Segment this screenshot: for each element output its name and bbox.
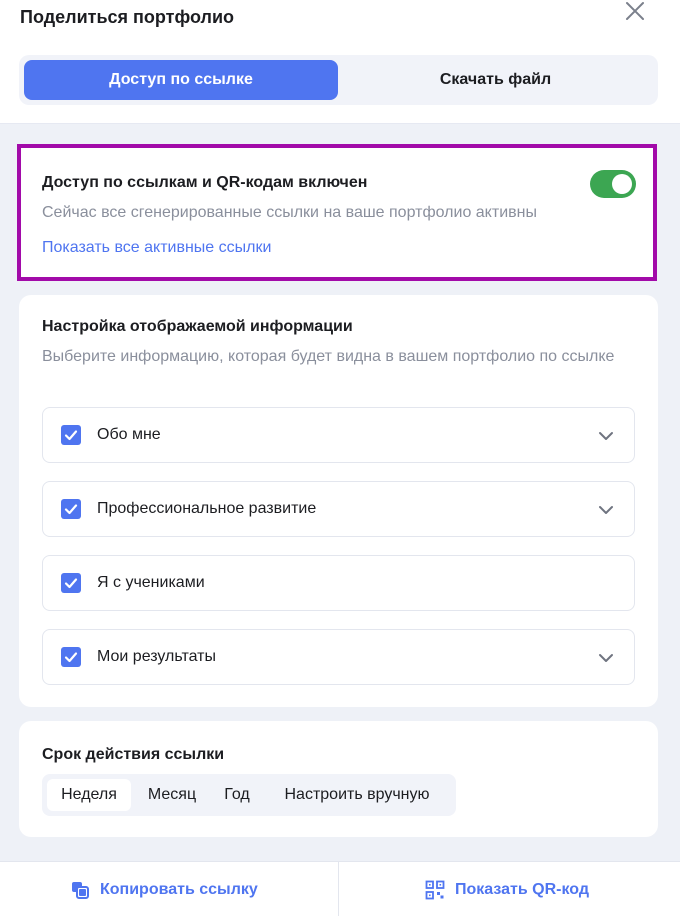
expiry-period-selector: Неделя Месяц Год Настроить вручную bbox=[42, 774, 456, 816]
modal-header: Поделиться портфолио Доступ по ссылке Ск… bbox=[0, 0, 680, 124]
tab-link-access[interactable]: Доступ по ссылке bbox=[24, 60, 338, 100]
show-qr-code-button[interactable]: Показать QR-код bbox=[425, 862, 589, 916]
footer-divider bbox=[338, 862, 339, 916]
link-expiry-card: Срок действия ссылки Неделя Месяц Год На… bbox=[19, 721, 658, 837]
check-icon bbox=[64, 430, 78, 441]
expiry-option-custom[interactable]: Настроить вручную bbox=[265, 779, 449, 811]
check-icon bbox=[64, 578, 78, 589]
chevron-down-icon[interactable] bbox=[597, 429, 615, 443]
link-access-toggle[interactable] bbox=[590, 170, 636, 198]
copy-link-label: Копировать ссылку bbox=[100, 880, 258, 898]
section-label: Обо мне bbox=[97, 426, 161, 443]
show-qr-code-label: Показать QR-код bbox=[455, 880, 589, 898]
chevron-down-icon[interactable] bbox=[597, 503, 615, 517]
copy-link-button[interactable]: Копировать ссылку bbox=[70, 862, 258, 916]
section-row-my-results[interactable]: Мои результаты bbox=[42, 629, 635, 685]
check-icon bbox=[64, 504, 78, 515]
display-settings-card: Настройка отображаемой информации Выбери… bbox=[19, 295, 658, 707]
chevron-down-icon[interactable] bbox=[597, 651, 615, 665]
checkbox-my-results[interactable] bbox=[61, 647, 81, 667]
display-settings-title: Настройка отображаемой информации bbox=[42, 318, 353, 335]
toggle-knob bbox=[612, 174, 632, 194]
section-row-about-me[interactable]: Обо мне bbox=[42, 407, 635, 463]
tab-download-file[interactable]: Скачать файл bbox=[338, 60, 653, 100]
checkbox-about-me[interactable] bbox=[61, 425, 81, 445]
section-row-professional-development[interactable]: Профессиональное развитие bbox=[42, 481, 635, 537]
copy-icon bbox=[70, 880, 90, 900]
access-status-description: Сейчас все сгенерированные ссылки на ваш… bbox=[42, 204, 537, 221]
link-access-card: Доступ по ссылкам и QR-кодам включен Сей… bbox=[17, 144, 657, 281]
share-mode-tabs: Доступ по ссылке Скачать файл bbox=[19, 55, 658, 105]
qr-code-icon bbox=[425, 880, 445, 900]
display-settings-description: Выберите информацию, которая будет видна… bbox=[42, 348, 615, 365]
modal-footer: Копировать ссылку Показать QR-код bbox=[0, 861, 680, 916]
section-label: Мои результаты bbox=[97, 648, 216, 665]
checkbox-with-students[interactable] bbox=[61, 573, 81, 593]
access-status-title: Доступ по ссылкам и QR-кодам включен bbox=[42, 174, 368, 191]
check-icon bbox=[64, 652, 78, 663]
show-active-links-link[interactable]: Показать все активные ссылки bbox=[42, 239, 271, 257]
expiry-option-month[interactable]: Месяц bbox=[135, 779, 209, 811]
modal-title: Поделиться портфолио bbox=[20, 7, 235, 27]
share-portfolio-modal: Поделиться портфолио Доступ по ссылке Ск… bbox=[0, 0, 680, 916]
section-label: Я с учениками bbox=[97, 574, 205, 591]
checkbox-professional-development[interactable] bbox=[61, 499, 81, 519]
section-label: Профессиональное развитие bbox=[97, 500, 317, 517]
section-row-with-students[interactable]: Я с учениками bbox=[42, 555, 635, 611]
expiry-option-week[interactable]: Неделя bbox=[47, 779, 131, 811]
link-expiry-title: Срок действия ссылки bbox=[42, 746, 225, 763]
expiry-option-year[interactable]: Год bbox=[211, 779, 263, 811]
close-icon[interactable] bbox=[622, 0, 648, 24]
